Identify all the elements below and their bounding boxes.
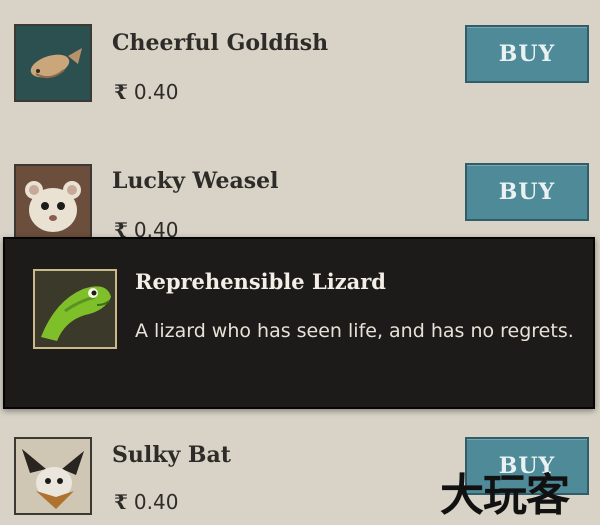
tooltip-title: Reprehensible Lizard <box>135 269 386 294</box>
watermark-logo: 大玩客 <box>440 470 570 521</box>
item-name: Sulky Bat <box>112 442 231 468</box>
weasel-icon <box>14 164 92 242</box>
currency-icon: ₹ <box>114 490 128 514</box>
bat-icon <box>14 437 92 515</box>
item-tooltip: Reprehensible Lizard A lizard who has se… <box>3 237 595 409</box>
lizard-icon <box>33 269 117 349</box>
item-name: Lucky Weasel <box>112 168 279 194</box>
buy-button[interactable]: BUY <box>465 163 589 221</box>
price-value: 0.40 <box>133 490 179 514</box>
shop-item-sulky-bat: Sulky Bat ₹0.40 BUY <box>0 0 600 515</box>
item-price: ₹0.40 <box>114 490 178 514</box>
tooltip-description: A lizard who has seen life, and has no r… <box>135 320 574 342</box>
